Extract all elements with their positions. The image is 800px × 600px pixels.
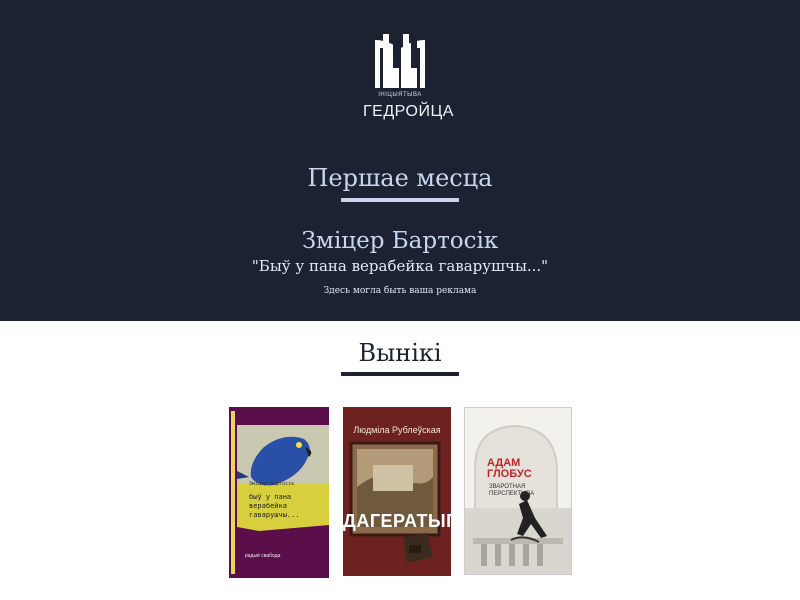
- logo-title: ГЕДРОЙЦА: [363, 103, 454, 120]
- book-cover-1[interactable]: Зміцер Бартосік быў у пана верабейка гав…: [229, 407, 329, 578]
- book-3-title: ЗВАРОТНАЯ ПЕРСПЕКТЫВА: [489, 484, 534, 498]
- book-3-title-line-2: ПЕРСПЕКТЫВА: [489, 491, 535, 497]
- hero-section: ІНІЦЫЯТЫВА ГЕДРОЙЦА Першае месца Зміцер …: [0, 0, 800, 321]
- book-1-title-line-1: быў у пана: [249, 493, 292, 501]
- logo-subtitle: ІНІЦЫЯТЫВА: [378, 92, 422, 98]
- results-title-underline: [341, 372, 459, 376]
- book-cover-3[interactable]: АДАМ ГЛОБУС ЗВАРОТНАЯ ПЕРСПЕКТЫВА: [464, 407, 572, 575]
- results-title: Вынікі: [358, 339, 442, 367]
- book-logo-icon: [375, 34, 425, 88]
- hero-title-underline: [341, 198, 459, 202]
- book-1-author: Зміцер Бартосік: [249, 481, 295, 487]
- book-3-title-line-1: ЗВАРОТНАЯ: [489, 484, 526, 490]
- book-2-title: ДАГЕРАТЫП: [343, 511, 451, 531]
- book-1-title-line-2: верабейка: [249, 502, 287, 510]
- hero-title: Першае месца: [307, 164, 493, 192]
- book-3-author: АДАМ ГЛОБУС: [487, 458, 532, 480]
- book-3-author-line-2: ГЛОБУС: [487, 468, 532, 480]
- book-2-author: Людміла Рублеўская: [353, 425, 441, 435]
- site-logo[interactable]: ІНІЦЫЯТЫВА ГЕДРОЙЦА: [363, 32, 454, 124]
- book-1-publisher: радыё свабода: [245, 553, 281, 559]
- book-cover-2[interactable]: Людміла Рублеўская ДАГЕРАТЫП: [343, 407, 451, 576]
- ad-text: Здесь могла быть ваша реклама: [323, 286, 477, 296]
- winner-author: Зміцер Бартосік: [301, 228, 499, 254]
- book-1-title-line-3: гаварушчы...: [249, 511, 300, 519]
- book-1-title: быў у пана верабейка гаварушчы...: [249, 493, 300, 520]
- winner-book-title: "Быў у пана верабейка гаварушчы...": [251, 257, 549, 275]
